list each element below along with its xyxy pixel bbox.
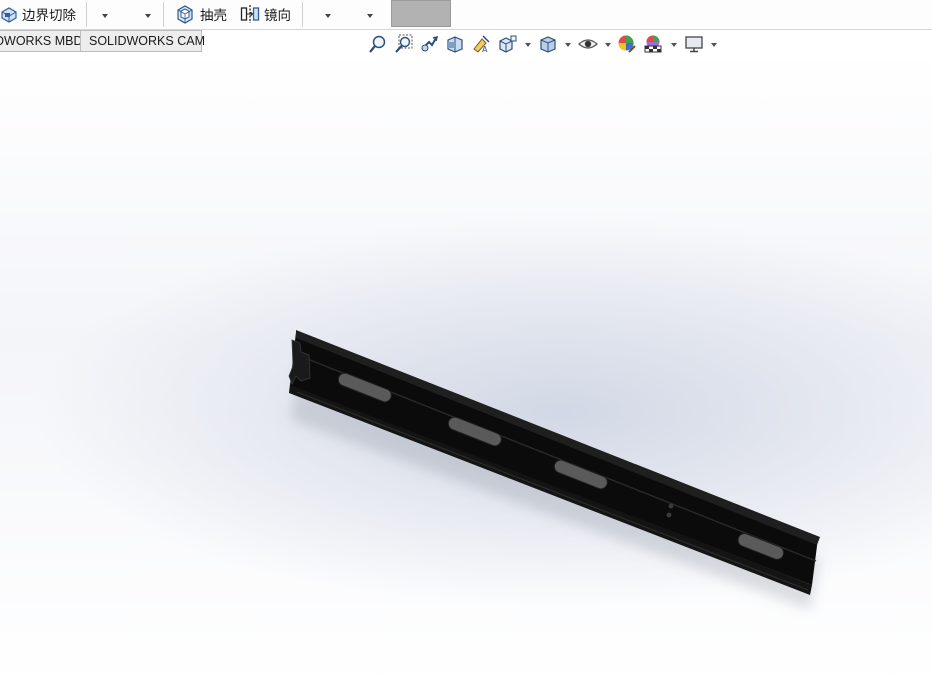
boundary-cut-icon [0,5,18,23]
shell-button[interactable]: 抽壳 [175,0,227,28]
edit-appearance-icon[interactable] [617,34,637,54]
ribbon-placeholder-button[interactable] [391,0,451,27]
chevron-down-icon[interactable] [671,43,677,47]
rail-web [290,332,818,585]
chevron-down-icon[interactable] [102,14,108,18]
mirror-label: 镜向 [264,8,291,23]
mirror-button[interactable]: 镜向 [240,0,291,28]
apply-scene-icon[interactable] [643,34,663,54]
heads-up-view-toolbar: A [0,34,932,56]
rail-part-model[interactable] [0,52,932,689]
boundary-cut-label: 边界切除 [22,8,76,23]
chevron-down-icon[interactable] [711,43,717,47]
boundary-cut-button[interactable]: 边界切除 [0,0,76,28]
zoom-to-fit-icon[interactable] [368,34,388,54]
ribbon-separator [86,2,87,27]
svg-text:A: A [482,45,488,54]
chevron-down-icon[interactable] [565,43,571,47]
rail-bottom-flange [289,384,812,595]
mirror-icon [240,4,260,24]
chevron-down-icon[interactable] [367,14,373,18]
view-orientation-icon[interactable] [497,34,517,54]
hide-show-items-icon[interactable] [578,34,598,54]
chevron-down-icon[interactable] [145,14,151,18]
chevron-down-icon[interactable] [325,14,331,18]
shell-icon [175,4,195,24]
graphics-area[interactable]: A [0,34,932,689]
previous-view-icon[interactable] [419,34,439,54]
zoom-to-area-icon[interactable] [393,34,413,54]
ribbon-separator [163,2,164,27]
view-settings-icon[interactable] [684,34,704,54]
rail-hole [668,503,674,509]
rail-hole [666,512,672,518]
rail-edge-line [296,391,809,591]
command-ribbon: 边界切除 抽壳 镜向 [0,0,932,30]
ribbon-separator [302,2,303,27]
chevron-down-icon[interactable] [525,43,531,47]
section-view-icon[interactable] [445,34,465,54]
dynamic-annotation-icon[interactable]: A [471,34,491,54]
shell-label: 抽壳 [200,8,227,23]
chevron-down-icon[interactable] [605,43,611,47]
display-style-icon[interactable] [538,34,558,54]
